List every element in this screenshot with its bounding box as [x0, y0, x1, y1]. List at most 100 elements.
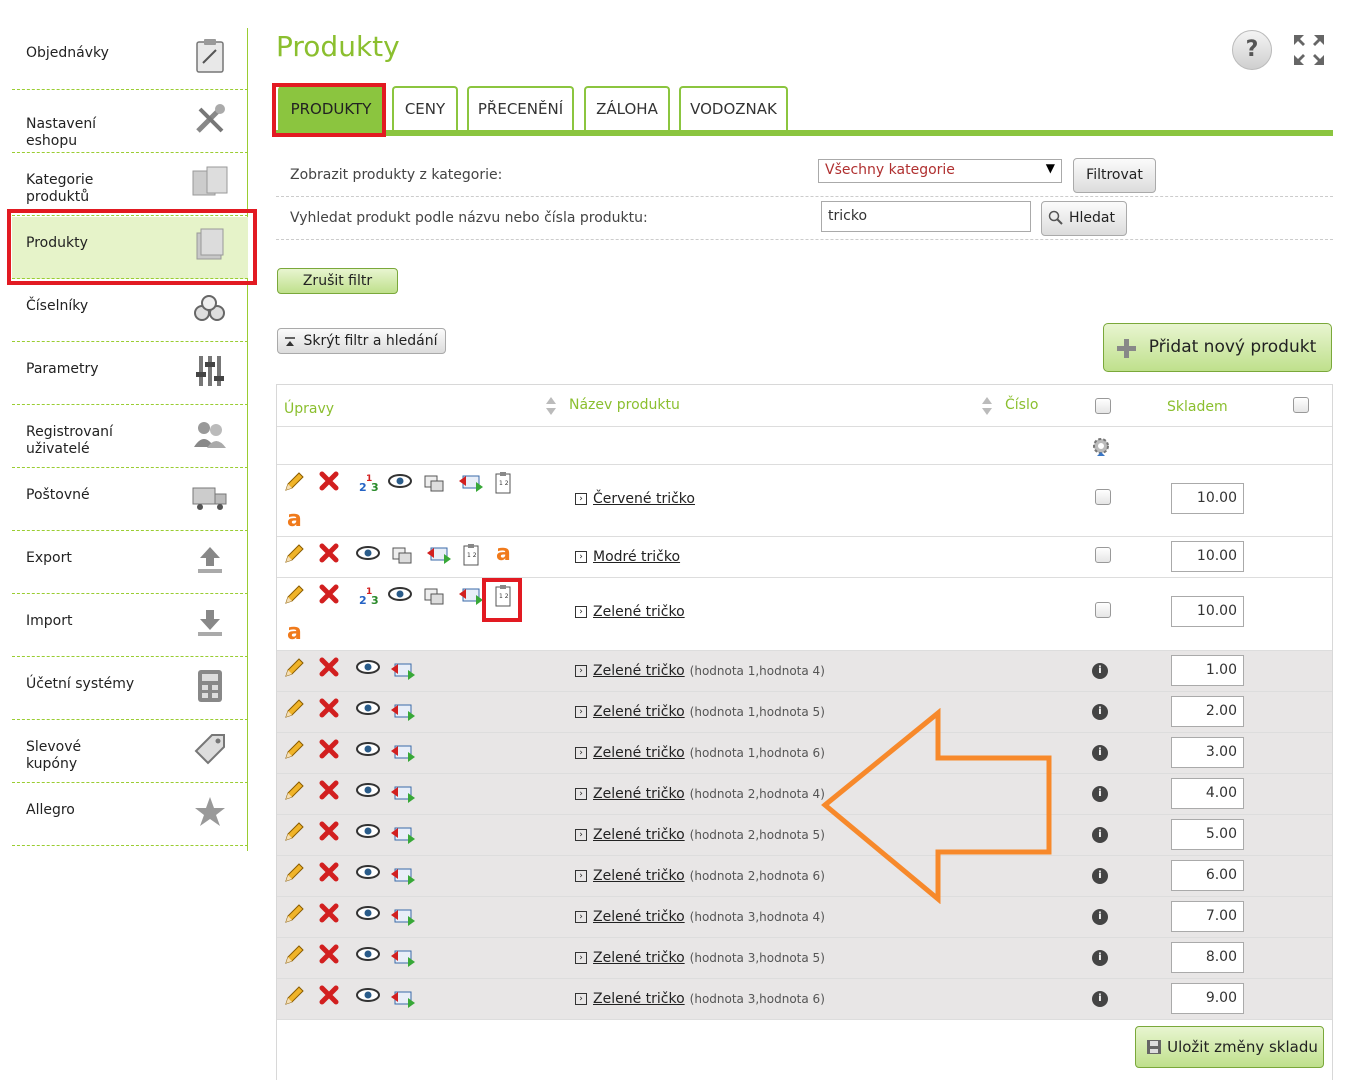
sidebar-item-orders[interactable]: Objednávky	[12, 28, 248, 90]
edit-pencil-icon[interactable]	[283, 584, 307, 608]
stock-input[interactable]: 8.00	[1171, 942, 1244, 973]
search-button[interactable]: Hledat	[1041, 201, 1127, 236]
view-eye-icon[interactable]	[355, 543, 380, 567]
transfer-icon[interactable]	[389, 700, 415, 724]
delete-icon[interactable]	[319, 543, 343, 567]
clipboard-icon[interactable]: 1 2	[461, 543, 485, 567]
view-eye-icon[interactable]	[355, 739, 380, 763]
edit-pencil-icon[interactable]	[283, 903, 307, 927]
sidebar-item-coupons[interactable]: Slevové kupóny	[12, 721, 248, 783]
copy-icon[interactable]	[423, 473, 447, 497]
delete-icon[interactable]	[319, 944, 343, 968]
sidebar-item-accounting[interactable]: Účetní systémy	[12, 658, 248, 720]
expand-icon[interactable]: ›	[575, 551, 587, 563]
info-icon[interactable]: i	[1092, 991, 1108, 1007]
expand-icon[interactable]: ›	[575, 747, 587, 759]
view-eye-icon[interactable]	[355, 862, 380, 886]
edit-pencil-icon[interactable]	[283, 739, 307, 763]
edit-pencil-icon[interactable]	[283, 780, 307, 804]
edit-pencil-icon[interactable]	[283, 698, 307, 722]
stock-input[interactable]: 9.00	[1171, 983, 1244, 1014]
row-checkbox[interactable]	[1095, 489, 1111, 505]
settings-gear-icon[interactable]	[1090, 435, 1112, 457]
product-name-link[interactable]: › Červené tričko	[575, 491, 695, 507]
amazon-icon[interactable]: a	[287, 620, 302, 645]
transfer-icon[interactable]	[389, 864, 415, 888]
search-input[interactable]: tricko	[821, 201, 1031, 232]
edit-pencil-icon[interactable]	[283, 543, 307, 567]
delete-icon[interactable]	[319, 698, 343, 722]
fullscreen-icon[interactable]	[1292, 33, 1326, 67]
expand-icon[interactable]: ›	[575, 706, 587, 718]
tab-prices[interactable]: CENY	[392, 86, 458, 130]
transfer-icon[interactable]	[389, 987, 415, 1011]
stock-input[interactable]: 7.00	[1171, 901, 1244, 932]
clear-filter-button[interactable]: Zrušit filtr	[277, 268, 398, 294]
edit-pencil-icon[interactable]	[283, 471, 307, 495]
sidebar-item-export[interactable]: Export	[12, 532, 248, 594]
info-icon[interactable]: i	[1092, 786, 1108, 802]
delete-icon[interactable]	[319, 821, 343, 845]
transfer-icon[interactable]	[457, 584, 483, 608]
transfer-icon[interactable]	[389, 741, 415, 765]
view-eye-icon[interactable]	[387, 471, 412, 495]
sidebar-item-categories[interactable]: Kategorie produktů	[12, 154, 248, 216]
view-eye-icon[interactable]	[355, 985, 380, 1009]
info-icon[interactable]: i	[1092, 909, 1108, 925]
product-name-link[interactable]: › Zelené tričko (hodnota 1,hodnota 4)	[575, 663, 825, 679]
add-product-button[interactable]: Přidat nový produkt	[1103, 323, 1332, 372]
stock-input[interactable]: 2.00	[1171, 696, 1244, 727]
sidebar-item-allegro[interactable]: Allegro	[12, 784, 248, 846]
sort-icon[interactable]	[981, 395, 993, 417]
product-name-link[interactable]: › Zelené tričko (hodnota 1,hodnota 5)	[575, 704, 825, 720]
product-name-link[interactable]: › Zelené tričko (hodnota 2,hodnota 4)	[575, 786, 825, 802]
delete-icon[interactable]	[319, 584, 343, 608]
product-name-link[interactable]: › Zelené tričko	[575, 604, 685, 620]
delete-icon[interactable]	[319, 862, 343, 886]
copy-icon[interactable]	[391, 545, 415, 569]
view-eye-icon[interactable]	[355, 698, 380, 722]
clipboard-icon[interactable]: 1 2	[493, 471, 517, 495]
expand-icon[interactable]: ›	[575, 993, 587, 1005]
delete-icon[interactable]	[319, 985, 343, 1009]
delete-icon[interactable]	[319, 471, 343, 495]
stock-input[interactable]: 10.00	[1171, 596, 1244, 627]
transfer-icon[interactable]	[389, 905, 415, 929]
stock-input[interactable]: 1.00	[1171, 655, 1244, 686]
tab-backup[interactable]: ZÁLOHA	[584, 86, 670, 130]
transfer-icon[interactable]	[425, 543, 451, 567]
expand-icon[interactable]: ›	[575, 911, 587, 923]
expand-icon[interactable]: ›	[575, 952, 587, 964]
transfer-icon[interactable]	[389, 946, 415, 970]
expand-icon[interactable]: ›	[575, 493, 587, 505]
view-eye-icon[interactable]	[387, 584, 412, 608]
stock-input[interactable]: 10.00	[1171, 541, 1244, 572]
sort-icon[interactable]	[545, 395, 557, 417]
info-icon[interactable]: i	[1092, 827, 1108, 843]
numbering-icon[interactable]: 213	[357, 584, 381, 608]
transfer-icon[interactable]	[457, 471, 483, 495]
amazon-icon[interactable]: a	[287, 507, 302, 532]
help-button[interactable]: ?	[1232, 30, 1272, 70]
edit-pencil-icon[interactable]	[283, 821, 307, 845]
delete-icon[interactable]	[319, 657, 343, 681]
view-eye-icon[interactable]	[355, 821, 380, 845]
sidebar-item-users[interactable]: Registrovaní uživatelé	[12, 406, 248, 468]
transfer-icon[interactable]	[389, 823, 415, 847]
stock-input[interactable]: 6.00	[1171, 860, 1244, 891]
edit-pencil-icon[interactable]	[283, 657, 307, 681]
sidebar-item-parameters[interactable]: Parametry	[12, 343, 248, 405]
view-eye-icon[interactable]	[355, 944, 380, 968]
info-icon[interactable]: i	[1092, 868, 1108, 884]
tab-repricing[interactable]: PŘECENĚNÍ	[467, 86, 574, 130]
transfer-icon[interactable]	[389, 659, 415, 683]
info-icon[interactable]: i	[1092, 745, 1108, 761]
copy-icon[interactable]	[423, 586, 447, 610]
expand-icon[interactable]: ›	[575, 870, 587, 882]
category-select[interactable]: Všechny kategorie ▼	[818, 159, 1062, 183]
stock-input[interactable]: 10.00	[1171, 483, 1244, 514]
product-name-link[interactable]: › Zelené tričko (hodnota 1,hodnota 6)	[575, 745, 825, 761]
row-checkbox[interactable]	[1095, 547, 1111, 563]
product-name-link[interactable]: › Zelené tričko (hodnota 2,hodnota 6)	[575, 868, 825, 884]
transfer-icon[interactable]	[389, 782, 415, 806]
